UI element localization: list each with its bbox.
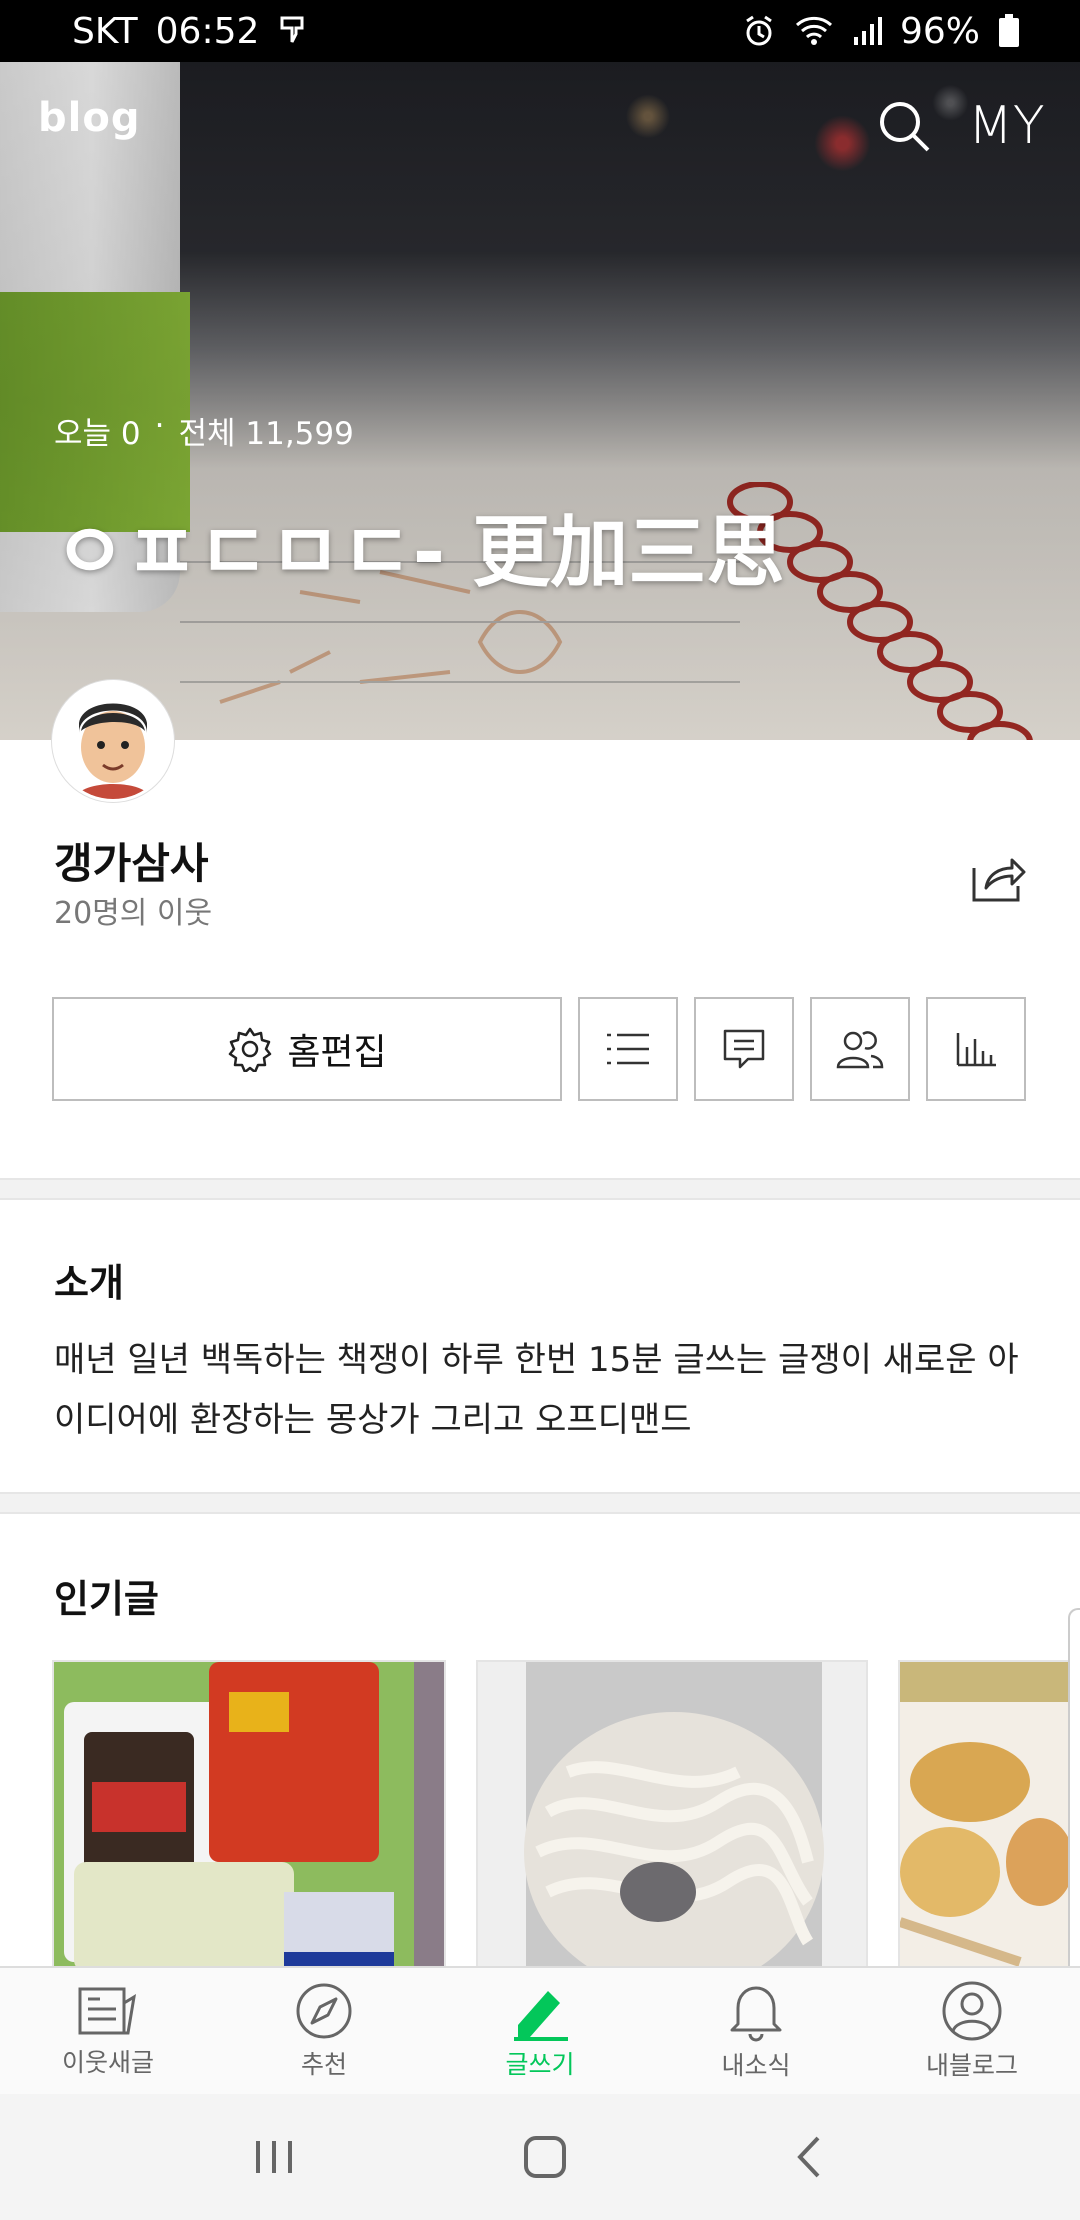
- my-button[interactable]: MY: [968, 96, 1045, 156]
- tab-label: 글쓰기: [505, 2050, 575, 2079]
- popular-post-thumbnail[interactable]: [898, 1660, 1080, 1970]
- alarm-icon: [742, 14, 776, 48]
- search-icon: [880, 102, 930, 152]
- signal-icon: [852, 15, 882, 47]
- clock: 06:52: [155, 10, 260, 52]
- news-icon: [78, 1987, 137, 2035]
- section-divider: [0, 1492, 1080, 1514]
- share-icon: [972, 858, 1026, 902]
- avatar[interactable]: [52, 680, 174, 802]
- neighbors-button[interactable]: [810, 997, 910, 1101]
- bar-chart-icon: [956, 1033, 996, 1067]
- home-icon[interactable]: [520, 2132, 570, 2182]
- recent-apps-icon[interactable]: [250, 2137, 300, 2177]
- intro-text: 매년 일년 백독하는 책쟁이 하루 한번 15분 글쓰는 글쟁이 새로운 아이디…: [54, 1340, 1019, 1440]
- tab-my-blog[interactable]: 내블로그: [864, 1968, 1080, 2094]
- statistics-button[interactable]: [926, 997, 1026, 1101]
- bottom-tab-bar: 이웃새글 추천 글쓰기 내소식 내블로그: [0, 1966, 1080, 2094]
- neighbor-count[interactable]: 20명의 이웃: [54, 888, 212, 932]
- tab-label: 이웃새글: [61, 2048, 154, 2077]
- edit-home-label: 홈편집: [287, 1032, 387, 1073]
- popular-post-thumbnail[interactable]: [52, 1660, 446, 1970]
- system-navigation-bar: [0, 2094, 1080, 2220]
- message-icon: [723, 1029, 765, 1069]
- list-icon: [607, 1033, 649, 1065]
- notification-icon: [277, 14, 307, 48]
- visit-separator: ·: [154, 408, 165, 444]
- share-button[interactable]: [968, 850, 1028, 906]
- wifi-icon: [794, 15, 834, 47]
- today-visits: 오늘 0: [54, 416, 141, 452]
- guestbook-button[interactable]: [694, 997, 794, 1101]
- gear-icon: [229, 1027, 272, 1072]
- total-visits: 전체 11,599: [178, 416, 354, 452]
- bread-image: [900, 1662, 1078, 1968]
- tab-write[interactable]: 글쓰기: [432, 1968, 648, 2094]
- tab-label: 내소식: [721, 2051, 791, 2080]
- back-icon[interactable]: [790, 2132, 830, 2182]
- cover-shade: [0, 62, 1080, 740]
- battery-icon: [998, 14, 1020, 48]
- pencil-icon: [514, 1991, 568, 2041]
- section-divider: [0, 1178, 1080, 1200]
- blog-title: ㅇㅍㄷㅁㄷ- 更加三思: [54, 508, 785, 598]
- intro-heading: 소개: [54, 1261, 124, 1305]
- food-package-image: [54, 1662, 444, 1968]
- profile-action-row: 홈편집: [52, 997, 1026, 1101]
- compass-icon: [296, 1983, 352, 2039]
- popular-posts-carousel[interactable]: [52, 1660, 1080, 1970]
- carrier-label: SKT: [72, 10, 138, 52]
- blog-logo[interactable]: blog: [38, 95, 140, 141]
- search-button[interactable]: [876, 98, 932, 154]
- status-bar: SKT 06:52 96%: [0, 0, 1080, 62]
- edge-scroll-handle[interactable]: [1068, 1608, 1080, 1988]
- noodle-bowl-image: [478, 1662, 866, 1968]
- visit-counts: 오늘 0 · 전체 11,599: [54, 408, 354, 453]
- people-icon: [836, 1031, 884, 1069]
- popular-posts-heading: 인기글: [54, 1577, 159, 1621]
- tab-notifications[interactable]: 내소식: [648, 1968, 864, 2094]
- blog-cover-image: [0, 62, 1080, 740]
- blog-nickname: 갱가삼사: [54, 839, 209, 888]
- post-list-button[interactable]: [578, 997, 678, 1101]
- tab-neighbor-posts[interactable]: 이웃새글: [0, 1968, 216, 2094]
- battery-percent: 96%: [899, 10, 980, 52]
- avatar-cartoon-icon: [55, 683, 171, 799]
- tab-label: 추천: [300, 2050, 347, 2079]
- tab-recommend[interactable]: 추천: [216, 1968, 432, 2094]
- person-icon: [942, 1981, 1002, 2041]
- popular-post-thumbnail[interactable]: [476, 1660, 868, 1970]
- edit-home-button[interactable]: 홈편집: [52, 997, 562, 1101]
- tab-label: 내블로그: [925, 2051, 1018, 2080]
- bell-icon: [730, 1986, 782, 2042]
